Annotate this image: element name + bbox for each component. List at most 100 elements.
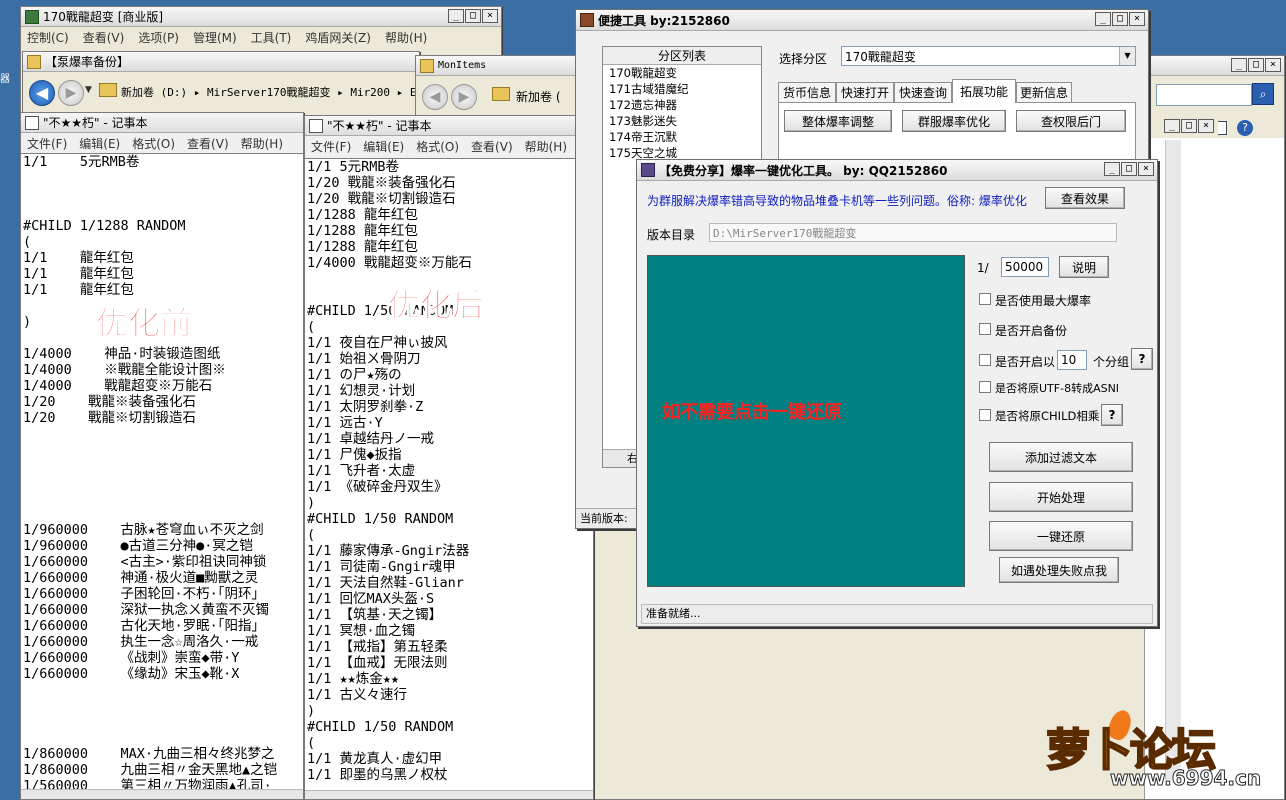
list-item[interactable]: 171古域猎魔纪 — [609, 81, 761, 97]
start-process-button[interactable]: 开始处理 — [989, 482, 1133, 512]
process-failed-button[interactable]: 如遇处理失败点我 — [999, 557, 1119, 583]
menu-item[interactable]: 查看(V) — [187, 135, 229, 152]
child-multiply-checkbox[interactable] — [979, 409, 991, 421]
maximize-button[interactable]: □ — [1181, 119, 1197, 133]
tab-updates[interactable]: 更新信息 — [1016, 82, 1072, 102]
child-help-button[interactable]: ? — [1101, 404, 1123, 426]
forward-button-icon[interactable]: ▶ — [451, 84, 477, 110]
maximize-button[interactable]: □ — [1112, 12, 1128, 26]
text-line: 1/860000 九曲三相〃金天黑地▲之铠 — [23, 762, 278, 778]
back-button-icon[interactable]: ◀ — [422, 84, 448, 110]
menu-item[interactable]: 查看(V) — [471, 138, 513, 155]
minimize-button[interactable]: _ — [448, 9, 464, 23]
list-item[interactable]: 174帝王沉默 — [609, 129, 761, 145]
group-checkbox[interactable] — [979, 354, 991, 366]
list-item[interactable]: 170戰龍超变 — [609, 65, 761, 81]
menu-item[interactable]: 文件(F) — [27, 135, 67, 152]
group-label: 是否开启以 — [995, 355, 1056, 369]
horizontal-scrollbar[interactable] — [21, 789, 303, 799]
menu-item[interactable]: 查看(V) — [83, 29, 125, 46]
text-line: 1/1 龍年红包 — [23, 250, 134, 266]
list-item[interactable]: 172遗忘神器 — [609, 97, 761, 113]
max-rate-checkbox[interactable] — [979, 293, 991, 305]
view-effect-button[interactable]: 查看效果 — [1045, 187, 1125, 209]
menu-item[interactable]: 控制(C) — [27, 29, 69, 46]
close-button[interactable]: × — [1138, 162, 1154, 176]
menu-item[interactable]: 编辑(E) — [363, 138, 404, 155]
menu-item[interactable]: 帮助(H) — [525, 138, 567, 155]
notepad-after[interactable]: "不★★朽" - 记事本 文件(F) 编辑(E) 格式(O) 查看(V) 帮助(… — [304, 115, 594, 800]
minimize-button[interactable]: _ — [1104, 162, 1120, 176]
close-button[interactable]: × — [1265, 58, 1281, 72]
text-line: 1/20 戰龍※切割锻造石 — [307, 191, 456, 207]
menu-item[interactable]: 帮助(H) — [241, 135, 283, 152]
search-icon[interactable]: ⌕ — [1252, 83, 1274, 105]
utf8-checkbox[interactable] — [979, 381, 991, 393]
minimize-button[interactable]: _ — [1231, 58, 1247, 72]
chevron-down-icon[interactable]: ▼ — [85, 85, 92, 95]
menu-item[interactable]: 编辑(E) — [79, 135, 120, 152]
text-line: 1/1 远古·Y — [307, 415, 383, 431]
maximize-button[interactable]: □ — [1121, 162, 1137, 176]
text-line — [23, 730, 303, 746]
text-line: 1/1 黄龙真人·虚幻甲 — [307, 751, 443, 767]
forward-button-icon[interactable]: ▶ — [58, 80, 84, 106]
scrollbar[interactable] — [1165, 140, 1181, 780]
menu-item[interactable]: 鸡盾网关(Z) — [305, 29, 371, 46]
partition-select-value: 170戰龍超变 — [845, 49, 916, 64]
ratio-input[interactable]: 50000 — [1001, 257, 1049, 277]
group-count-input[interactable]: 10 — [1057, 350, 1087, 370]
minimize-button[interactable]: _ — [1095, 12, 1111, 26]
menu-item[interactable]: 选项(P) — [138, 29, 179, 46]
explain-button[interactable]: 说明 — [1059, 256, 1109, 278]
menu-item[interactable]: 格式(O) — [132, 135, 175, 152]
close-button[interactable]: × — [482, 9, 498, 23]
text-line: 1/860000 MAX·九曲三相々终兆梦之 — [23, 746, 275, 762]
tab-quick-open[interactable]: 快速打开 — [836, 82, 894, 102]
inner-pane: ? — [1144, 118, 1284, 799]
menu-item[interactable]: 格式(O) — [416, 138, 459, 155]
text-editor[interactable]: 1/1 5元RMB卷 #CHILD 1/1288 RANDOM(1/1 龍年红包 1… — [21, 153, 303, 789]
search-box[interactable] — [1156, 84, 1252, 106]
maximize-button[interactable]: □ — [1248, 58, 1264, 72]
maximize-button[interactable]: □ — [465, 9, 481, 23]
group-rate-optimize-button[interactable]: 群服爆率优化 — [902, 110, 1006, 132]
close-button[interactable]: × — [1198, 119, 1214, 133]
chevron-down-icon[interactable]: ▼ — [1119, 47, 1135, 65]
text-line: ( — [307, 527, 316, 543]
group-help-button[interactable]: ? — [1131, 348, 1153, 370]
address-path[interactable]: 新加卷 (D:) ▸ MirServer170戰龍超变 ▸ Mir200 ▸ E — [121, 84, 417, 100]
menu-item[interactable]: 管理(M) — [193, 29, 237, 46]
help-icon[interactable]: ? — [1237, 120, 1253, 136]
folder-icon — [492, 87, 510, 101]
menu-item[interactable]: 工具(T) — [251, 29, 292, 46]
menu-item[interactable]: 文件(F) — [311, 138, 351, 155]
backup-label: 是否开启备份 — [995, 324, 1068, 338]
minimize-button[interactable]: _ — [1164, 119, 1180, 133]
text-line: 1/660000 深狱一执念ㄨ黄蛮不灭镯 — [23, 602, 270, 618]
back-button-icon[interactable]: ◀ — [29, 80, 55, 106]
text-line — [23, 490, 303, 506]
optimizer-window[interactable]: 【免费分享】爆率一键优化工具。 by: QQ2152860 _ □ × 为群服解决爆… — [636, 159, 1158, 627]
overall-rate-button[interactable]: 整体爆率调整 — [784, 110, 892, 132]
notepad-before[interactable]: "不★★朽" - 记事本 文件(F) 编辑(E) 格式(O) 查看(V) 帮助(… — [20, 112, 304, 800]
text-line — [23, 458, 303, 474]
list-item[interactable]: 173魅影迷失 — [609, 113, 761, 129]
close-button[interactable]: × — [1129, 12, 1145, 26]
address-path[interactable]: 新加卷 ( — [516, 88, 561, 105]
dir-input[interactable]: D:\MirServer170戰龍超变 — [709, 223, 1117, 242]
text-editor[interactable]: 1/1 5元RMB卷 1/20 戰龍※装备强化石 1/20 戰龍※切割锻造石 1/12… — [305, 158, 593, 790]
text-line — [23, 426, 303, 442]
backup-checkbox[interactable] — [979, 323, 991, 335]
text-line: 1/1 太阴罗刹拳·Z — [307, 399, 424, 415]
text-line — [23, 506, 303, 522]
tab-extensions[interactable]: 拓展功能 — [952, 79, 1016, 103]
one-click-restore-button[interactable]: 一键还原 — [989, 521, 1133, 551]
check-backdoor-button[interactable]: 查权限后门 — [1016, 110, 1126, 132]
partition-select[interactable]: 170戰龍超变 ▼ — [841, 46, 1136, 66]
add-filter-button[interactable]: 添加过滤文本 — [989, 442, 1133, 472]
tab-currency[interactable]: 货币信息 — [778, 82, 836, 102]
text-line: 1/1 卓越结丹ノ一戒 — [307, 431, 435, 447]
menu-item[interactable]: 帮助(H) — [385, 29, 427, 46]
tab-quick-query[interactable]: 快速查询 — [894, 82, 952, 102]
